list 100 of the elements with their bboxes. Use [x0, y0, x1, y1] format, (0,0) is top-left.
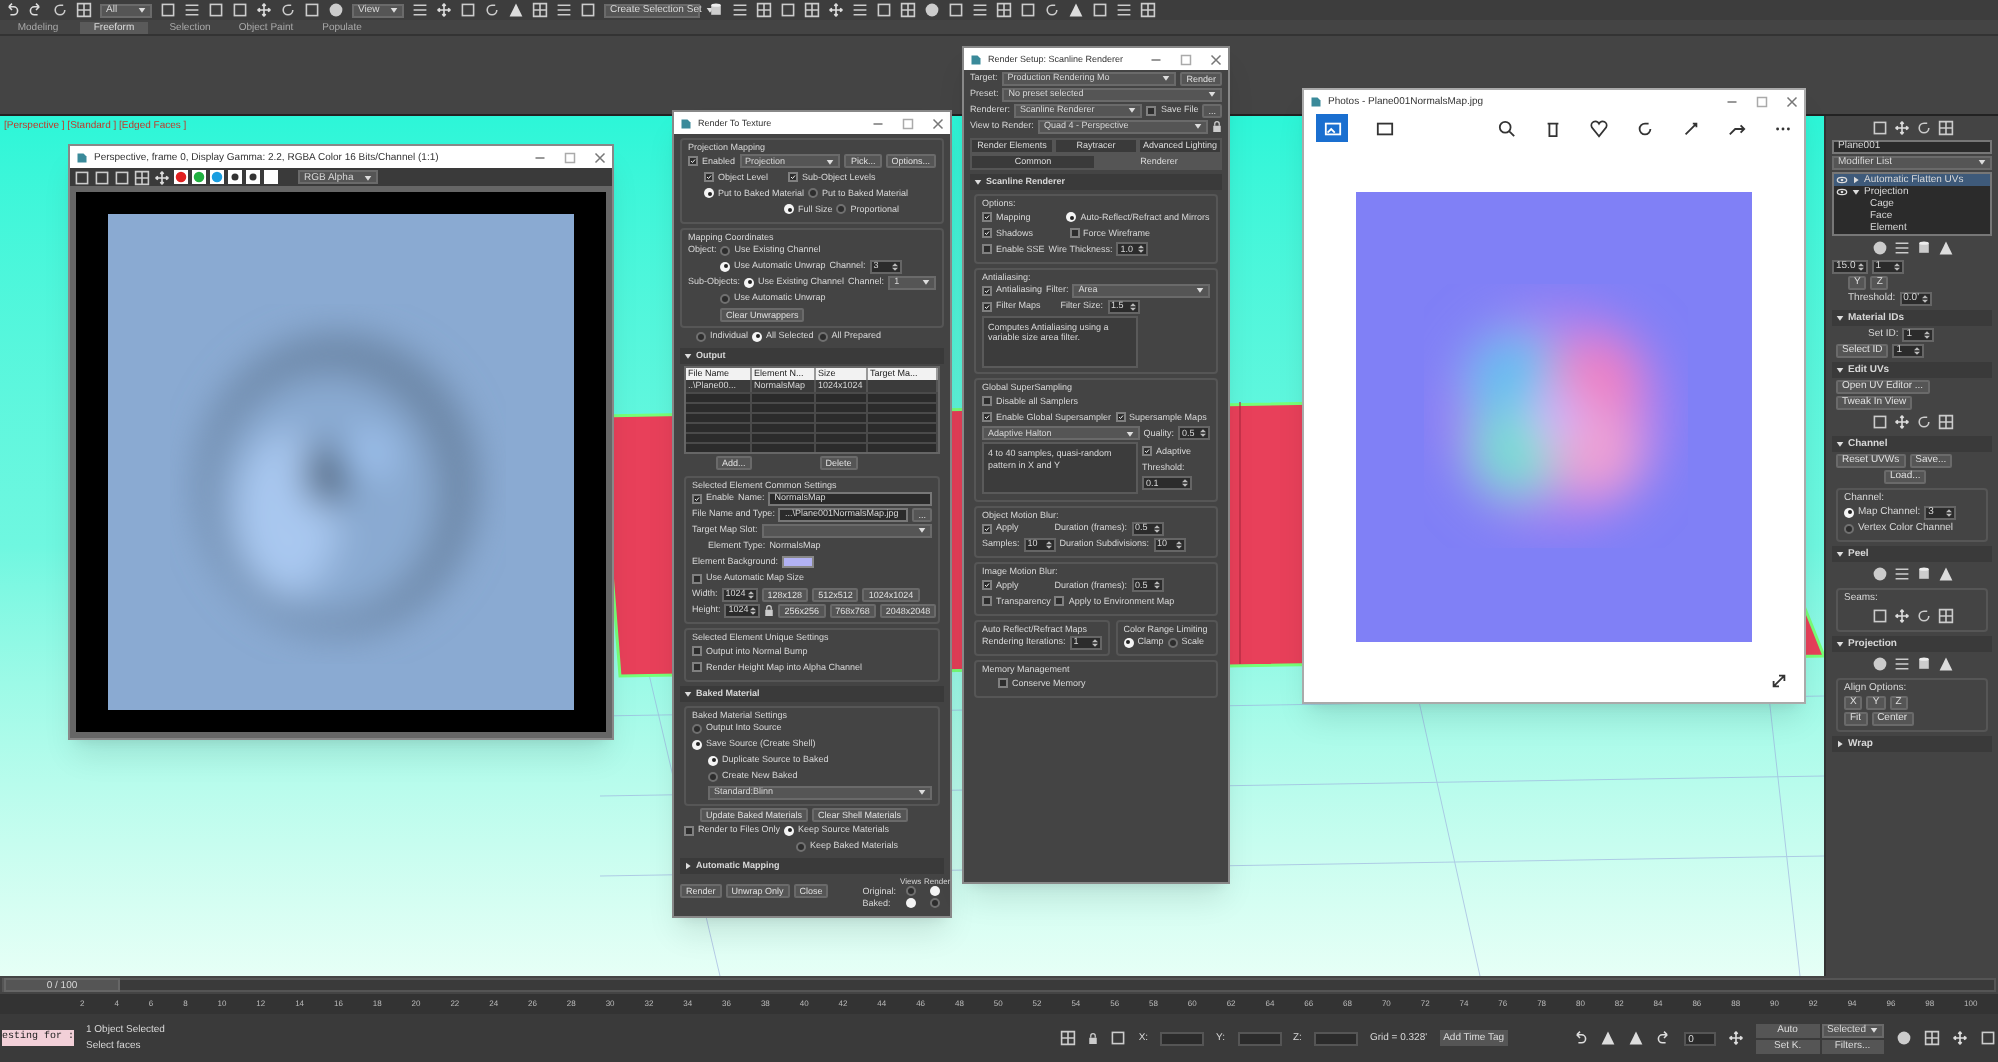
grid-icon[interactable] — [1937, 607, 1953, 623]
bars-icon[interactable] — [972, 2, 988, 18]
expand-icon[interactable] — [1770, 672, 1788, 690]
square-icon[interactable] — [780, 2, 796, 18]
dot-icon[interactable] — [246, 170, 260, 184]
caret-icon[interactable] — [684, 862, 692, 870]
cylinder-icon[interactable] — [708, 2, 724, 18]
caret-icon[interactable] — [390, 6, 398, 14]
caret-icon[interactable] — [974, 178, 982, 186]
triangle-icon[interactable] — [1937, 565, 1953, 581]
grid-icon[interactable] — [900, 2, 916, 18]
minimize-icon[interactable] — [1150, 53, 1162, 65]
caret-icon[interactable] — [684, 352, 692, 360]
square-icon[interactable] — [304, 2, 320, 18]
radio-button[interactable] — [929, 897, 939, 908]
move-icon[interactable] — [1893, 413, 1909, 429]
caret-icon[interactable] — [918, 526, 926, 534]
spinner-arrows-icon[interactable] — [1181, 478, 1188, 488]
grid-icon[interactable] — [756, 2, 772, 18]
spinner-arrows-icon[interactable] — [1138, 244, 1145, 254]
cylinder-icon[interactable] — [1915, 655, 1931, 671]
coordinate-field[interactable] — [1237, 1031, 1281, 1045]
bars-icon[interactable] — [852, 2, 868, 18]
radio-button[interactable] — [929, 886, 939, 897]
square-icon[interactable] — [1871, 413, 1887, 429]
close-icon[interactable] — [1210, 53, 1222, 65]
spinner-arrows-icon[interactable] — [1921, 293, 1928, 303]
square-icon[interactable] — [74, 169, 90, 185]
triangle-icon[interactable] — [1937, 239, 1953, 255]
grid-icon[interactable] — [1937, 119, 1953, 135]
minimize-icon[interactable] — [1726, 95, 1738, 107]
grid-icon[interactable] — [996, 2, 1012, 18]
caret-icon[interactable] — [684, 689, 692, 697]
move-icon[interactable] — [436, 2, 452, 18]
caret-icon[interactable] — [1162, 74, 1171, 82]
zoom-icon[interactable] — [1498, 119, 1516, 137]
spinner-arrows-icon[interactable] — [1914, 345, 1921, 355]
lock-icon[interactable] — [764, 603, 775, 617]
eye-icon[interactable] — [1836, 188, 1848, 196]
heart-icon[interactable] — [1590, 119, 1608, 137]
bars-icon[interactable] — [732, 2, 748, 18]
sphere-icon[interactable] — [1896, 1030, 1912, 1046]
display-icon[interactable] — [1376, 119, 1394, 137]
coordinate-field[interactable] — [1160, 1031, 1205, 1045]
close-icon[interactable] — [594, 151, 606, 163]
sphere-icon[interactable] — [924, 2, 940, 18]
caret-icon[interactable] — [364, 173, 372, 181]
cylinder-icon[interactable] — [1915, 565, 1931, 581]
move-icon[interactable] — [154, 169, 170, 185]
coordinate-field[interactable] — [1313, 1031, 1358, 1045]
sphere-icon[interactable] — [328, 2, 344, 18]
caret-icon[interactable] — [826, 157, 835, 165]
square-icon[interactable] — [876, 2, 892, 18]
caret-icon[interactable] — [1194, 122, 1202, 130]
color-swatch[interactable] — [264, 170, 278, 184]
sphere-icon[interactable] — [1871, 239, 1887, 255]
spinner-arrows-icon[interactable] — [1129, 301, 1136, 311]
square-icon[interactable] — [1110, 1030, 1127, 1046]
move-icon[interactable] — [1893, 607, 1909, 623]
caret-icon[interactable] — [1870, 1026, 1878, 1034]
move-icon[interactable] — [1728, 1030, 1745, 1046]
grid-icon[interactable] — [1937, 413, 1953, 429]
radio-button[interactable] — [905, 897, 915, 908]
caret-icon[interactable] — [1196, 286, 1204, 294]
bars-icon[interactable] — [1893, 565, 1909, 581]
undo-icon[interactable] — [4, 2, 20, 18]
bars-icon[interactable] — [1893, 239, 1909, 255]
spinner-arrows-icon[interactable] — [1091, 637, 1098, 647]
sphere-icon[interactable] — [1871, 565, 1887, 581]
edit-icon[interactable] — [1682, 119, 1700, 137]
lock-icon[interactable] — [1088, 1031, 1099, 1045]
square-icon[interactable] — [1980, 1030, 1996, 1046]
grid-icon[interactable] — [804, 2, 820, 18]
triangle-icon[interactable] — [1068, 2, 1084, 18]
grid-icon[interactable] — [76, 2, 92, 18]
square-icon[interactable] — [232, 2, 248, 18]
caret-icon[interactable] — [1208, 90, 1216, 98]
move-icon[interactable] — [1952, 1030, 1968, 1046]
close-icon[interactable] — [932, 117, 944, 129]
caret-icon[interactable] — [1836, 314, 1844, 322]
triangle-icon[interactable] — [508, 2, 524, 18]
spinner-arrows-icon[interactable] — [1153, 580, 1160, 590]
grid-icon[interactable] — [1924, 1030, 1940, 1046]
dot-icon[interactable] — [228, 170, 242, 184]
caret-icon[interactable] — [138, 6, 146, 14]
undo-icon[interactable] — [1572, 1030, 1589, 1046]
redo-icon[interactable] — [1656, 1030, 1673, 1046]
grid-icon[interactable] — [532, 2, 548, 18]
lock-icon[interactable] — [1212, 119, 1222, 133]
square-icon[interactable] — [460, 2, 476, 18]
trash-icon[interactable] — [1544, 119, 1562, 137]
image-icon[interactable] — [1323, 119, 1341, 137]
square-icon[interactable] — [160, 2, 176, 18]
color-swatch[interactable] — [782, 556, 815, 568]
spinner-arrows-icon[interactable] — [1857, 261, 1864, 271]
square-icon[interactable] — [1092, 2, 1108, 18]
triangle-icon[interactable] — [1937, 655, 1953, 671]
bars-icon[interactable] — [1893, 655, 1909, 671]
spinner-arrows-icon[interactable] — [750, 605, 757, 615]
rotate-icon[interactable] — [1636, 119, 1654, 137]
